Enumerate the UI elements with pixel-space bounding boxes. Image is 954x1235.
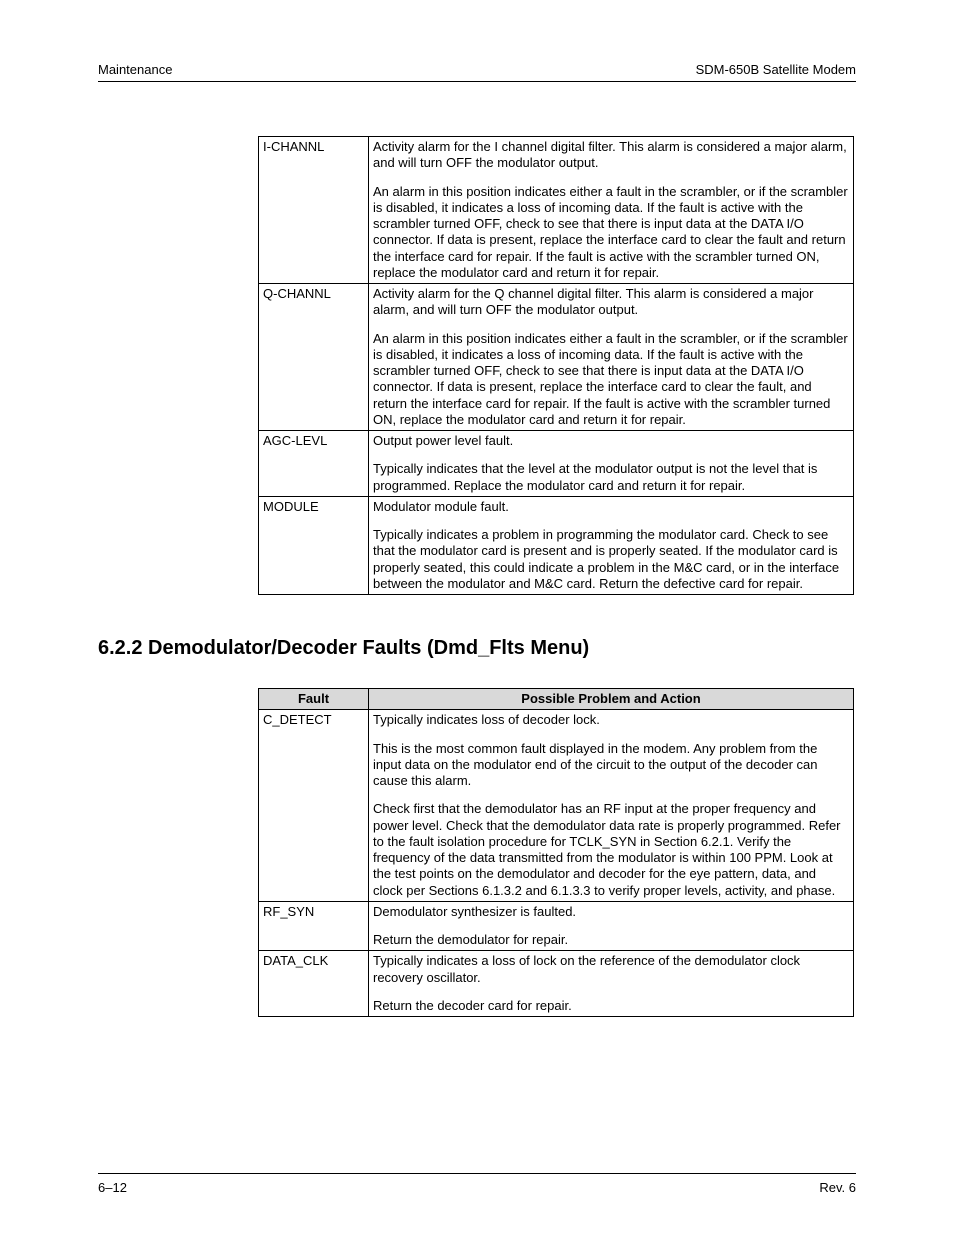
action-paragraph: Typically indicates loss of decoder lock… <box>373 712 849 728</box>
action-paragraph: Activity alarm for the I channel digital… <box>373 139 849 172</box>
header-left: Maintenance <box>98 62 172 77</box>
col-header-fault: Fault <box>259 689 369 710</box>
fault-cell: C_DETECT <box>259 710 369 902</box>
table-row: DATA_CLKTypically indicates a loss of lo… <box>259 951 854 1017</box>
action-paragraph: Return the demodulator for repair. <box>373 932 849 948</box>
fault-cell: Q-CHANNL <box>259 284 369 431</box>
action-paragraph: Typically indicates that the level at th… <box>373 461 849 494</box>
modulator-faults-table: I-CHANNLActivity alarm for the I channel… <box>258 136 854 595</box>
header-rule <box>98 81 856 82</box>
action-cell: Typically indicates loss of decoder lock… <box>369 710 854 902</box>
table-row: MODULEModulator module fault. Typically i… <box>259 496 854 594</box>
action-paragraph: This is the most common fault displayed … <box>373 741 849 790</box>
action-cell: Output power level fault. Typically indic… <box>369 431 854 497</box>
table-row: AGC-LEVLOutput power level fault. Typical… <box>259 431 854 497</box>
action-paragraph: Output power level fault. <box>373 433 849 449</box>
action-paragraph: Demodulator synthesizer is faulted. <box>373 904 849 920</box>
footer-revision: Rev. 6 <box>819 1180 856 1195</box>
fault-cell: DATA_CLK <box>259 951 369 1017</box>
action-cell: Typically indicates a loss of lock on th… <box>369 951 854 1017</box>
fault-cell: MODULE <box>259 496 369 594</box>
action-cell: Modulator module fault. Typically indicat… <box>369 496 854 594</box>
action-paragraph: Check first that the demodulator has an … <box>373 801 849 899</box>
action-cell: Activity alarm for the I channel digital… <box>369 137 854 284</box>
page-footer: 6–12 Rev. 6 <box>98 1173 856 1195</box>
demodulator-faults-table: Fault Possible Problem and Action C_DETE… <box>258 688 854 1017</box>
fault-cell: AGC-LEVL <box>259 431 369 497</box>
table-row: Q-CHANNLActivity alarm for the Q channel… <box>259 284 854 431</box>
action-paragraph: An alarm in this position indicates eith… <box>373 184 849 282</box>
content-area: I-CHANNLActivity alarm for the I channel… <box>98 136 856 1123</box>
action-paragraph: Return the decoder card for repair. <box>373 998 849 1014</box>
action-cell: Activity alarm for the Q channel digital… <box>369 284 854 431</box>
footer-page-number: 6–12 <box>98 1180 127 1195</box>
table-row: I-CHANNLActivity alarm for the I channel… <box>259 137 854 284</box>
page-header: Maintenance SDM-650B Satellite Modem <box>98 62 856 81</box>
table-row: C_DETECTTypically indicates loss of deco… <box>259 710 854 902</box>
fault-cell: RF_SYN <box>259 901 369 951</box>
table-header-row: Fault Possible Problem and Action <box>259 689 854 710</box>
col-header-action: Possible Problem and Action <box>369 689 854 710</box>
table-row: RF_SYNDemodulator synthesizer is faulted… <box>259 901 854 951</box>
action-paragraph: Modulator module fault. <box>373 499 849 515</box>
action-paragraph: An alarm in this position indicates eith… <box>373 331 849 429</box>
header-right: SDM-650B Satellite Modem <box>696 62 856 77</box>
action-paragraph: Typically indicates a problem in program… <box>373 527 849 592</box>
section-heading: 6.2.2 Demodulator/Decoder Faults (Dmd_Fl… <box>98 637 856 660</box>
action-paragraph: Activity alarm for the Q channel digital… <box>373 286 849 319</box>
fault-cell: I-CHANNL <box>259 137 369 284</box>
action-cell: Demodulator synthesizer is faulted. Retur… <box>369 901 854 951</box>
action-paragraph: Typically indicates a loss of lock on th… <box>373 953 849 986</box>
page: Maintenance SDM-650B Satellite Modem I-C… <box>0 0 954 1235</box>
